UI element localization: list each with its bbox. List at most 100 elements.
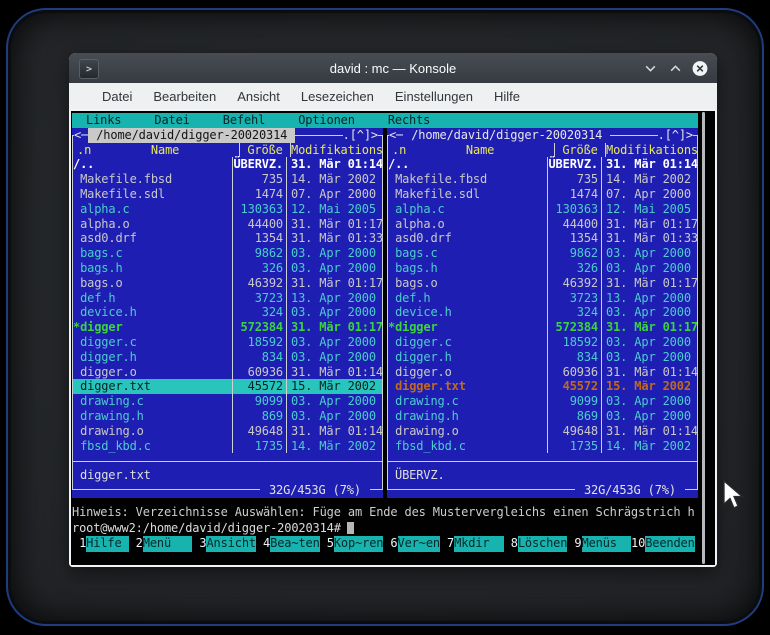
menubar-item-lesezeichen[interactable]: Lesezeichen xyxy=(301,89,374,104)
file-row[interactable]: alpha.c 130363 12. Mai 2005 xyxy=(387,201,698,217)
file-row[interactable]: drawing.c 9099 03. Apr 2000 xyxy=(72,394,383,409)
file-date: 31. Mär 01:17 xyxy=(606,216,698,231)
column-headers-left: .n Name Größe Modifikations xyxy=(72,142,383,158)
file-row[interactable]: digger.c 18592 03. Apr 2000 xyxy=(72,334,383,350)
fkey-button-f7[interactable]: Mkdir xyxy=(454,536,504,552)
file-panel-left[interactable]: <─ /home/david/digger-20020314 .[^]> .n Na… xyxy=(72,127,383,498)
fkey-button-f9[interactable]: Menüs xyxy=(581,536,632,552)
panel-corner-buttons[interactable]: .[^]> xyxy=(342,127,378,143)
mc-menu-befehl[interactable]: Befehl xyxy=(223,113,266,128)
file-row[interactable]: def.h 3723 13. Apr 2000 xyxy=(72,290,383,306)
fkey-button-f5[interactable]: Kop~ren xyxy=(333,536,384,552)
file-name: digger.txt xyxy=(73,379,151,394)
file-row[interactable]: bags.c 9862 03. Apr 2000 xyxy=(72,246,383,261)
file-row[interactable]: /.. ÜBERVZ. 31. Mär 01:14 xyxy=(387,157,698,173)
file-row[interactable]: bags.h 326 03. Apr 2000 xyxy=(72,260,383,276)
file-size: 49648 xyxy=(562,423,599,438)
fkey-button-f1[interactable]: Hilfe xyxy=(86,536,129,552)
fkey-button-f2[interactable]: Menü xyxy=(142,536,193,552)
file-row[interactable]: Makefile.sdl 1474 07. Apr 2000 xyxy=(72,186,383,202)
file-row[interactable]: device.h 324 03. Apr 2000 xyxy=(387,305,698,321)
file-row[interactable]: drawing.h 869 03. Apr 2000 xyxy=(72,408,383,424)
file-name: bags.c xyxy=(73,246,123,261)
file-size: 18592 xyxy=(247,334,284,349)
desktop-background: > david : mc — Konsole Datei Bearbeiten … xyxy=(0,0,770,635)
file-size: ÜBERVZ. xyxy=(233,157,283,172)
file-row[interactable]: Makefile.fbsd 735 14. Mär 2002 xyxy=(387,172,698,187)
mc-menu-rechts[interactable]: Rechts xyxy=(388,113,431,128)
maximize-button[interactable] xyxy=(667,60,683,76)
terminal-cursor xyxy=(346,521,354,534)
file-row[interactable]: digger.txt 45572 15. Mär 2002 xyxy=(72,379,383,395)
fkey-button-f8[interactable]: Löschen xyxy=(517,536,567,552)
mc-menu-links[interactable]: Links xyxy=(86,113,122,128)
file-date: 07. Apr 2000 xyxy=(291,186,376,201)
header-date-column[interactable]: Modifikations xyxy=(291,143,383,158)
file-row[interactable]: digger.o 60936 31. Mär 01:14 xyxy=(387,364,698,380)
file-row[interactable]: device.h 324 03. Apr 2000 xyxy=(72,305,383,321)
file-row[interactable]: bags.o 46392 31. Mär 01:17 xyxy=(72,275,383,291)
file-size: 45572 xyxy=(562,379,599,394)
file-row[interactable]: digger.h 834 03. Apr 2000 xyxy=(387,349,698,365)
mc-menu-optionen[interactable]: Optionen xyxy=(298,113,355,128)
shell-prompt[interactable]: root@www2:/home/david/digger-20020314# xyxy=(72,521,712,537)
file-row[interactable]: *digger 572384 31. Mär 01:17 xyxy=(72,320,383,335)
header-size-column[interactable]: Größe xyxy=(240,143,290,158)
menubar-item-hilfe[interactable]: Hilfe xyxy=(494,89,520,104)
file-row[interactable]: drawing.o 49648 31. Mär 01:14 xyxy=(72,423,383,439)
terminal[interactable]: Links Datei Befehl Optionen Rechts <─ /home/… xyxy=(71,111,715,565)
file-row[interactable]: digger.o 60936 31. Mär 01:14 xyxy=(72,364,383,380)
file-row[interactable]: drawing.o 49648 31. Mär 01:14 xyxy=(387,423,698,439)
panel-header-left: <─ /home/david/digger-20020314 .[^]> xyxy=(72,127,383,143)
file-row[interactable]: alpha.o 44400 31. Mär 01:17 xyxy=(72,216,383,232)
file-panel-right[interactable]: <─ /home/david/digger-20020314 .[^]> .n Na… xyxy=(387,127,698,498)
file-date: 15. Mär 2002 xyxy=(606,379,691,394)
fkey-button-f4[interactable]: Bea~ten xyxy=(270,536,320,552)
file-row[interactable]: Makefile.fbsd 735 14. Mär 2002 xyxy=(72,172,383,187)
mouse-pointer xyxy=(723,480,744,509)
file-row[interactable]: asd0.drf 1354 31. Mär 01:33 xyxy=(387,231,698,247)
menubar-item-einstellungen[interactable]: Einstellungen xyxy=(395,89,473,104)
window-titlebar[interactable]: > david : mc — Konsole xyxy=(69,53,717,83)
close-button[interactable] xyxy=(692,60,708,76)
file-name: bags.o xyxy=(73,275,123,290)
file-row[interactable]: bags.h 326 03. Apr 2000 xyxy=(387,260,698,276)
file-row[interactable]: bags.o 46392 31. Mär 01:17 xyxy=(387,275,698,291)
header-size-column[interactable]: Größe xyxy=(555,143,605,158)
file-row[interactable]: bags.c 9862 03. Apr 2000 xyxy=(387,246,698,261)
file-row[interactable]: fbsd_kbd.c 1735 14. Mär 2002 xyxy=(72,438,383,454)
mc-menu-datei[interactable]: Datei xyxy=(154,113,190,128)
file-row[interactable]: fbsd_kbd.c 1735 14. Mär 2002 xyxy=(387,438,698,454)
file-row[interactable]: Makefile.sdl 1474 07. Apr 2000 xyxy=(387,186,698,202)
file-date: 13. Apr 2000 xyxy=(606,290,691,305)
fkey-button-f6[interactable]: Ver~en xyxy=(397,536,440,552)
file-date: 03. Apr 2000 xyxy=(291,305,376,320)
menubar-item-ansicht[interactable]: Ansicht xyxy=(237,89,280,104)
file-size: ÜBERVZ. xyxy=(548,157,598,172)
file-row[interactable]: digger.h 834 03. Apr 2000 xyxy=(72,349,383,365)
file-row[interactable]: def.h 3723 13. Apr 2000 xyxy=(387,290,698,306)
file-row[interactable]: drawing.h 869 03. Apr 2000 xyxy=(387,408,698,424)
menubar-item-datei[interactable]: Datei xyxy=(102,89,132,104)
header-date-column[interactable]: Modifikations xyxy=(606,143,698,158)
header-name-column[interactable]: .n Name xyxy=(387,143,554,158)
panel-corner-buttons[interactable]: .[^]> xyxy=(657,127,693,143)
file-row[interactable]: asd0.drf 1354 31. Mär 01:33 xyxy=(72,231,383,247)
minimize-button[interactable] xyxy=(642,60,658,76)
file-row[interactable]: digger.txt 45572 15. Mär 2002 xyxy=(387,379,698,395)
panel-path-left[interactable]: /home/david/digger-20020314 xyxy=(88,127,296,143)
file-row[interactable]: drawing.c 9099 03. Apr 2000 xyxy=(387,394,698,409)
file-row[interactable]: alpha.o 44400 31. Mär 01:17 xyxy=(387,216,698,232)
file-name: asd0.drf xyxy=(388,231,452,246)
fkey-button-f3[interactable]: Ansicht xyxy=(206,536,256,552)
file-name: Makefile.sdl xyxy=(73,186,165,201)
file-row[interactable]: *digger 572384 31. Mär 01:17 xyxy=(387,320,698,335)
menubar-item-bearbeiten[interactable]: Bearbeiten xyxy=(153,89,216,104)
fkey-button-f10[interactable]: Beenden xyxy=(645,536,695,552)
header-name-column[interactable]: .n Name xyxy=(72,143,239,158)
panel-path-right[interactable]: /home/david/digger-20020314 xyxy=(403,127,611,143)
file-row[interactable]: digger.c 18592 03. Apr 2000 xyxy=(387,334,698,350)
file-row[interactable]: /.. ÜBERVZ. 31. Mär 01:14 xyxy=(72,157,383,173)
terminal-scrollbar[interactable] xyxy=(702,112,705,564)
file-row[interactable]: alpha.c 130363 12. Mai 2005 xyxy=(72,201,383,217)
